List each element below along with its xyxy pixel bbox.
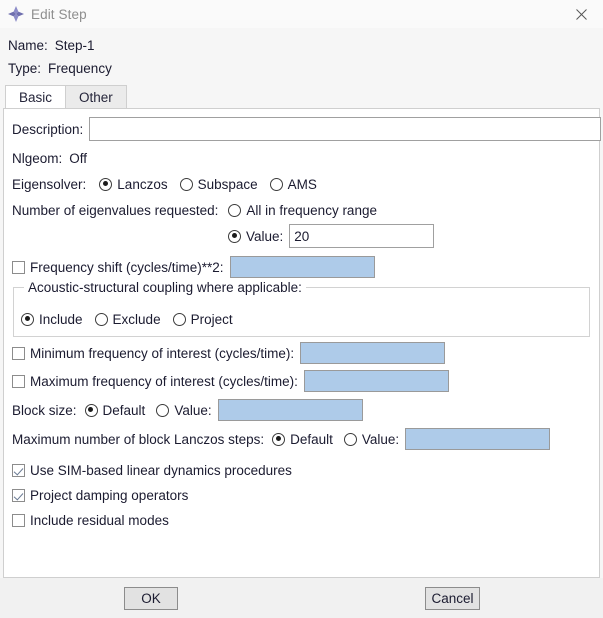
tab-basic[interactable]: Basic xyxy=(5,85,67,108)
project-damping-row[interactable]: Project damping operators xyxy=(4,484,188,506)
residual-modes-row[interactable]: Include residual modes xyxy=(4,509,169,531)
label-max-steps-default: Default xyxy=(290,431,333,447)
description-label: Description: xyxy=(12,121,84,137)
nlgeom-value: Off xyxy=(69,150,88,166)
num-eigenvalues-value-row: Value: 20 xyxy=(228,224,435,248)
label-block-size-default: Default xyxy=(102,402,146,418)
nlgeom-row: Nlgeom: Off xyxy=(4,147,87,169)
tab-other[interactable]: Other xyxy=(65,85,127,108)
abaqus-diamond-icon xyxy=(8,6,24,22)
radio-acoustic-include[interactable] xyxy=(21,312,34,326)
min-frequency-input[interactable] xyxy=(300,342,446,364)
num-eigenvalues-value-input[interactable]: 20 xyxy=(289,224,435,248)
label-acoustic-project: Project xyxy=(190,311,233,327)
label-eigensolver-ams: AMS xyxy=(287,176,317,192)
max-frequency-row: Maximum frequency of interest (cycles/ti… xyxy=(4,370,449,392)
step-type-row: Type: Frequency xyxy=(0,57,603,80)
title-bar: Edit Step xyxy=(0,0,603,28)
label-sim-based: Use SIM-based linear dynamics procedures xyxy=(30,462,292,478)
close-icon xyxy=(575,8,587,20)
step-name-value: Step-1 xyxy=(54,38,95,53)
close-button[interactable] xyxy=(559,0,603,28)
radio-block-size-default[interactable] xyxy=(84,403,98,417)
frequency-shift-row: Frequency shift (cycles/time)**2: xyxy=(4,256,375,278)
label-acoustic-exclude: Exclude xyxy=(112,311,161,327)
radio-eigensolver-lanczos[interactable] xyxy=(99,177,113,191)
cancel-button[interactable]: Cancel xyxy=(425,587,480,610)
checkbox-max-frequency[interactable] xyxy=(12,374,25,388)
min-frequency-row: Minimum frequency of interest (cycles/ti… xyxy=(4,342,446,364)
window-title: Edit Step xyxy=(31,6,87,22)
num-eigenvalues-row: Number of eigenvalues requested: All in … xyxy=(4,199,377,221)
label-block-size-value: Value: xyxy=(174,402,212,418)
max-lanczos-steps-input[interactable] xyxy=(405,428,551,450)
dialog-footer: OK Cancel xyxy=(0,578,603,618)
label-frequency-shift: Frequency shift (cycles/time)**2: xyxy=(30,259,224,275)
num-eigenvalues-label: Number of eigenvalues requested: xyxy=(12,202,219,218)
radio-max-steps-default[interactable] xyxy=(272,432,286,446)
radio-eigenvalues-value[interactable] xyxy=(228,229,241,243)
checkbox-residual-modes[interactable] xyxy=(12,513,25,527)
label-eigenvalues-value: Value: xyxy=(246,228,284,244)
block-size-input[interactable] xyxy=(217,399,363,421)
sim-based-row[interactable]: Use SIM-based linear dynamics procedures xyxy=(4,459,292,481)
acoustic-structural-group-title: Acoustic-structural coupling where appli… xyxy=(24,280,306,295)
checkbox-project-damping[interactable] xyxy=(12,488,25,502)
acoustic-options-row: Include Exclude Project xyxy=(14,308,233,330)
block-size-label: Block size: xyxy=(12,402,77,418)
label-project-damping: Project damping operators xyxy=(30,487,189,503)
radio-eigensolver-ams[interactable] xyxy=(269,177,283,191)
checkbox-min-frequency[interactable] xyxy=(12,346,25,360)
max-lanczos-steps-label: Maximum number of block Lanczos steps: xyxy=(12,431,265,447)
description-input[interactable] xyxy=(89,117,602,141)
eigensolver-row: Eigensolver: Lanczos Subspace AMS xyxy=(4,173,317,195)
checkbox-frequency-shift[interactable] xyxy=(12,260,25,274)
acoustic-structural-groupbox: Acoustic-structural coupling where appli… xyxy=(13,280,590,337)
radio-block-size-value[interactable] xyxy=(156,403,170,417)
nlgeom-label: Nlgeom: xyxy=(12,150,63,166)
max-lanczos-steps-row: Maximum number of block Lanczos steps: D… xyxy=(4,428,551,450)
description-row: Description: xyxy=(4,116,602,142)
block-size-row: Block size: Default Value: xyxy=(4,399,363,421)
label-max-steps-value: Value: xyxy=(361,431,400,447)
radio-eigenvalues-all[interactable] xyxy=(228,203,242,217)
label-acoustic-include: Include xyxy=(39,311,83,327)
radio-max-steps-value[interactable] xyxy=(343,432,357,446)
label-min-frequency: Minimum frequency of interest (cycles/ti… xyxy=(30,345,295,361)
step-type-value: Frequency xyxy=(48,61,112,76)
label-eigenvalues-all: All in frequency range xyxy=(246,202,377,218)
step-type-label: Type: xyxy=(8,61,42,76)
tab-strip: Basic Other xyxy=(0,84,603,108)
label-max-frequency: Maximum frequency of interest (cycles/ti… xyxy=(30,373,298,389)
basic-tab-panel: Description: Nlgeom: Off Eigensolver: La… xyxy=(3,108,602,578)
radio-acoustic-project[interactable] xyxy=(172,312,186,326)
frequency-shift-input[interactable] xyxy=(229,256,375,278)
radio-acoustic-exclude[interactable] xyxy=(94,312,108,326)
label-residual-modes: Include residual modes xyxy=(30,512,169,528)
step-name-label: Name: xyxy=(8,38,48,53)
max-frequency-input[interactable] xyxy=(303,370,449,392)
eigensolver-label: Eigensolver: xyxy=(12,176,87,192)
step-name-row: Name: Step-1 xyxy=(0,34,603,57)
label-eigensolver-subspace: Subspace xyxy=(197,176,258,192)
ok-button[interactable]: OK xyxy=(124,587,178,610)
label-eigensolver-lanczos: Lanczos xyxy=(117,176,168,192)
checkbox-sim-based[interactable] xyxy=(12,463,25,477)
radio-eigensolver-subspace[interactable] xyxy=(179,177,193,191)
